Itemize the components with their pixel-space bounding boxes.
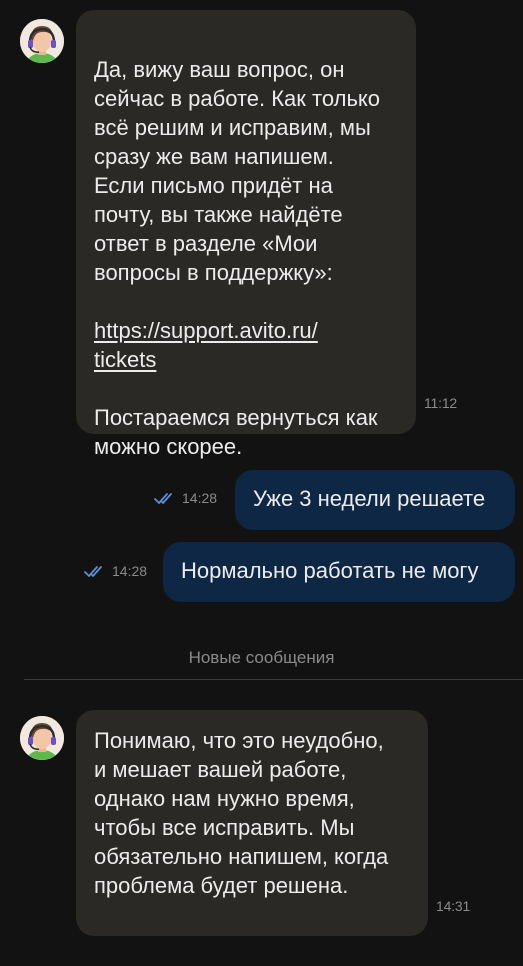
support-tickets-link[interactable]: https://support.avito.ru/tickets	[94, 318, 318, 372]
message-status: 14:28	[154, 490, 217, 506]
message-time: 14:31	[436, 898, 471, 914]
outgoing-message-bubble[interactable]: Нормально работать не могу	[163, 542, 515, 602]
message-text: Понимаю, что это неудобно, и мешает ваше…	[94, 728, 389, 898]
message-status: 14:28	[84, 563, 147, 579]
message-text: Нормально работать не могу	[181, 558, 479, 583]
link-text: https://support.avito.ru/	[94, 318, 318, 343]
message-time: 14:28	[112, 563, 148, 579]
message-text: Уже 3 недели решаете	[253, 486, 486, 511]
message-text-part: Да, вижу ваш вопрос, он сейчас в работе.…	[94, 57, 381, 285]
support-agent-avatar-icon[interactable]	[20, 716, 64, 760]
double-check-icon	[84, 566, 102, 577]
outgoing-message-bubble[interactable]: Уже 3 недели решаете	[235, 470, 515, 530]
link-text: tickets	[94, 347, 157, 372]
incoming-message-bubble[interactable]: Да, вижу ваш вопрос, он сейчас в работе.…	[76, 10, 416, 459]
double-check-icon	[154, 493, 172, 504]
message-time: 14:28	[182, 490, 218, 506]
new-messages-divider-line	[24, 679, 523, 680]
new-messages-divider-label: Новые сообщения	[188, 648, 335, 667]
message-text-part: Постараемся вернуться как можно скорее.	[94, 405, 378, 459]
support-agent-avatar-icon[interactable]	[20, 19, 64, 63]
incoming-message-bubble[interactable]: Понимаю, что это неудобно, и мешает ваше…	[76, 710, 428, 936]
message-text: Да, вижу ваш вопрос, он сейчас в работе.…	[94, 26, 412, 461]
message-time: 11:12	[424, 395, 457, 411]
